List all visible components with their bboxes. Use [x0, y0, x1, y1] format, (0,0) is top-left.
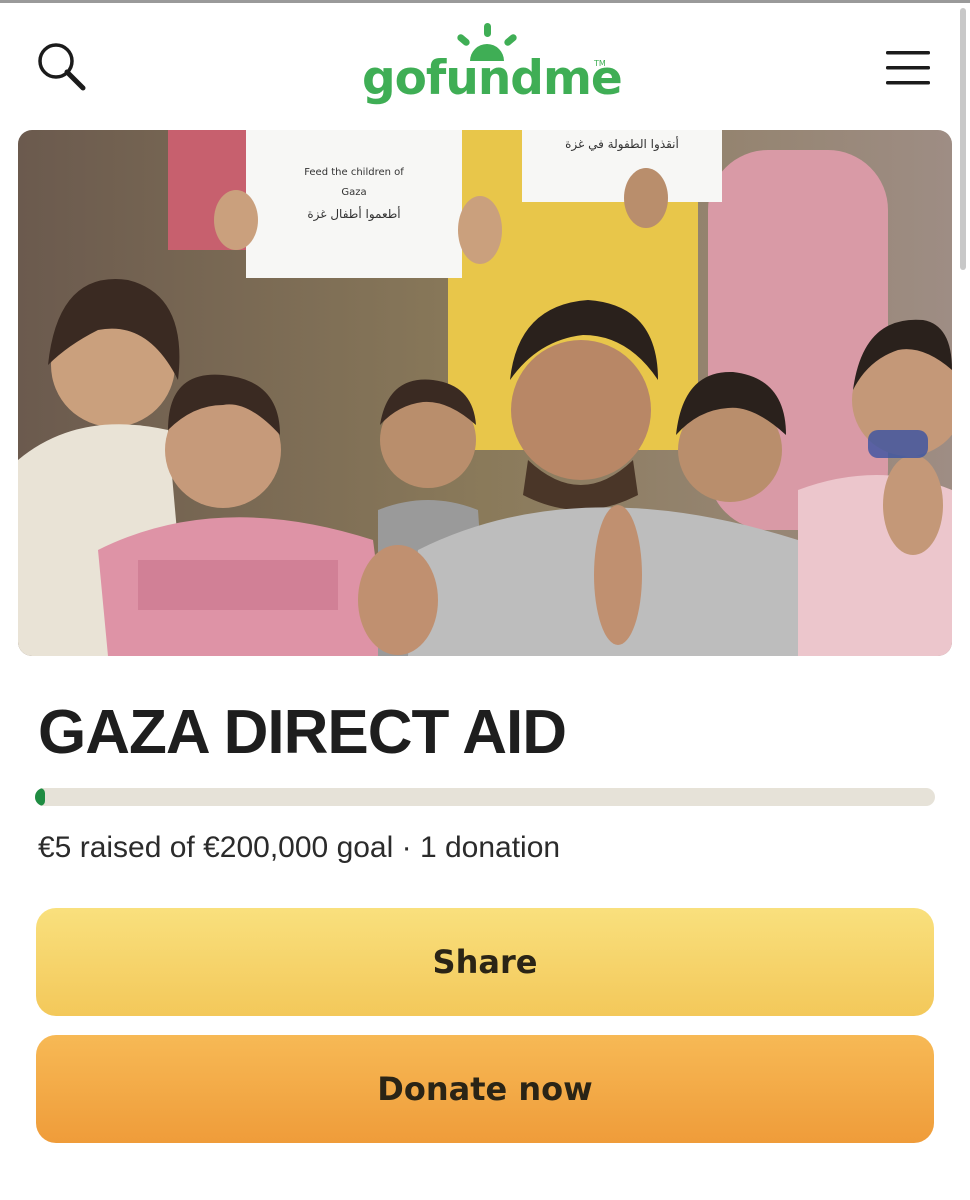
- campaign-title: GAZA DIRECT AID: [38, 698, 567, 767]
- donate-button-label: Donate now: [377, 1070, 593, 1108]
- sign-right-line1: أنقذوا الطفولة في غزة: [565, 136, 679, 152]
- menu-button[interactable]: [882, 45, 934, 91]
- donate-now-button[interactable]: Donate now: [36, 1035, 934, 1143]
- share-button-label: Share: [432, 943, 538, 981]
- logo-wordmark: gofundme: [362, 51, 623, 106]
- hamburger-menu-icon: [886, 51, 930, 85]
- sign-left-line1: Feed the children of: [304, 167, 404, 178]
- sign-left-line3: أطعموا أطفال غزة: [307, 206, 400, 222]
- fundraising-progress-bar: [35, 788, 935, 806]
- search-button[interactable]: [34, 39, 90, 95]
- share-button[interactable]: Share: [36, 908, 934, 1016]
- site-header: gofundme TM: [0, 3, 970, 128]
- logo-trademark: TM: [594, 59, 606, 68]
- campaign-hero-image: Feed the children of Gaza أطعموا أطفال غ…: [18, 130, 952, 656]
- protest-sign-right: أنقذوا الطفولة في غزة: [522, 130, 722, 202]
- sign-left-line2: Gaza: [341, 187, 366, 198]
- search-icon: [38, 43, 86, 91]
- protest-sign-left: Feed the children of Gaza أطعموا أطفال غ…: [246, 130, 462, 278]
- gofundme-logo[interactable]: gofundme TM: [362, 21, 623, 117]
- progress-bar-fill: [35, 788, 45, 806]
- fundraising-stats: €5 raised of €200,000 goal · 1 donation: [38, 831, 561, 864]
